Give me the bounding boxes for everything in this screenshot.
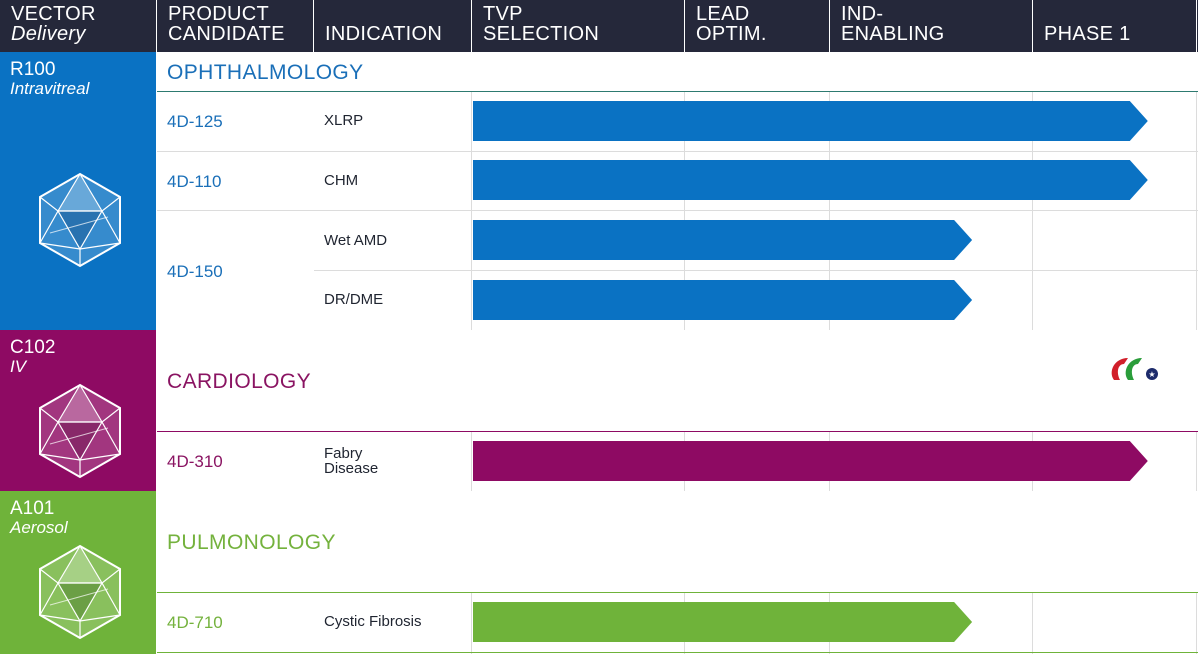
pipeline-bar (473, 160, 1148, 200)
pipeline-bar (473, 220, 973, 260)
pipeline-bars (473, 101, 1148, 642)
pipeline-bar (473, 280, 973, 320)
pipeline-bar (473, 441, 1148, 481)
pipeline-bar (473, 602, 973, 642)
pipeline-bar (473, 101, 1148, 141)
